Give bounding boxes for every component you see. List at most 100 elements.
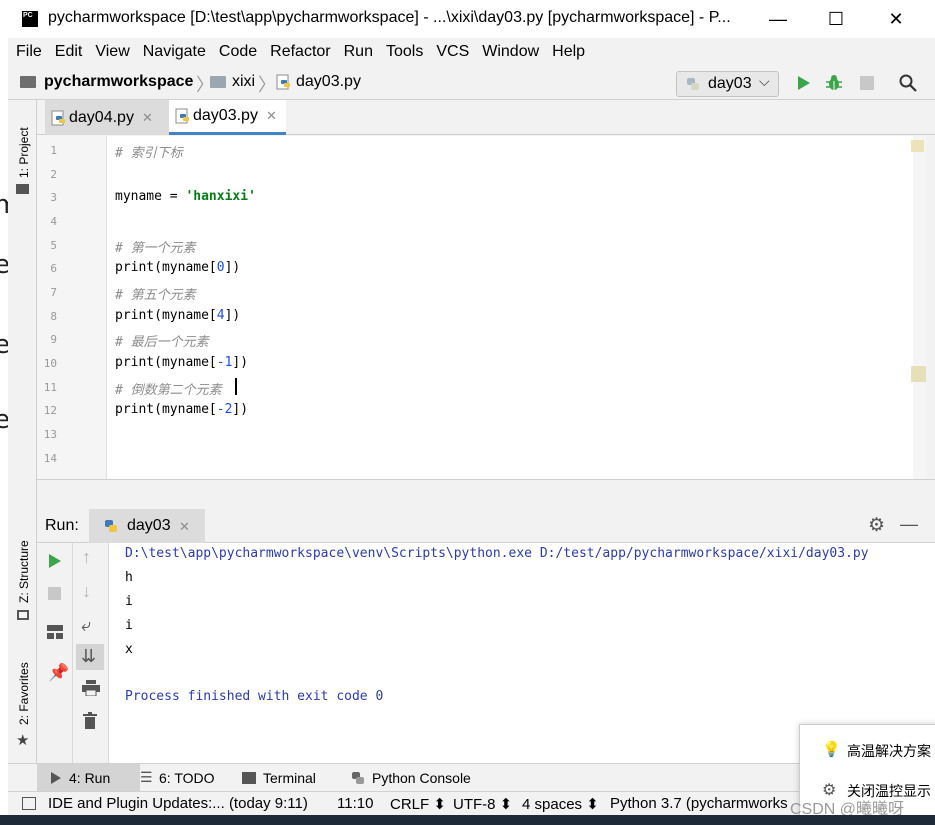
hide-panel-icon[interactable]: —: [900, 514, 918, 535]
debug-icon[interactable]: [825, 74, 843, 92]
minimize-button[interactable]: —: [755, 0, 801, 38]
line-separator-status[interactable]: CRLF ⬍: [390, 795, 446, 813]
close-button[interactable]: ✕: [873, 0, 919, 38]
interpreter-status[interactable]: Python 3.7 (pycharmworks: [610, 795, 788, 812]
scroll-to-end-button[interactable]: ⇊: [76, 644, 104, 670]
console-exit-message: Process finished with exit code 0: [125, 689, 384, 704]
code-variable: myname =: [115, 189, 186, 204]
caret-position-status[interactable]: 11:10: [337, 795, 373, 812]
arrow-up-icon[interactable]: ↑: [82, 547, 91, 568]
tab-label: day04.py: [69, 108, 134, 126]
code-bracket: ]): [232, 402, 249, 417]
pin-icon[interactable]: 📌: [48, 663, 69, 683]
menu-tools[interactable]: Tools: [386, 43, 423, 61]
code-number: -2: [216, 402, 233, 417]
line-number: 10: [43, 357, 57, 370]
project-folder-icon: [16, 184, 29, 194]
code-comment: # 最后一个元素: [115, 335, 209, 350]
run-tab-day03[interactable]: day03 ✕: [89, 509, 205, 543]
code-call: print(myname[: [115, 402, 217, 417]
structure-icon: [17, 610, 29, 620]
menu-bar: File Edit View Navigate Code Refactor Ru…: [8, 38, 935, 66]
rerun-icon[interactable]: [48, 553, 62, 569]
editor-bottom-area: [37, 479, 935, 509]
inspection-marker[interactable]: [911, 140, 924, 152]
layout-icon[interactable]: [47, 625, 63, 639]
stop-icon[interactable]: [860, 76, 874, 90]
code-bracket: ]): [232, 355, 249, 370]
line-number: 1: [50, 144, 57, 157]
trash-icon[interactable]: [83, 712, 97, 729]
tool-window-bar: 4: Run ☰ 6: TODO Terminal Python Console: [8, 763, 935, 792]
code-comment: # 倒数第二个元素: [115, 383, 222, 398]
scroll-thumb[interactable]: [911, 366, 926, 382]
stop-icon[interactable]: [48, 587, 61, 600]
arrow-down-icon[interactable]: ↓: [82, 581, 91, 602]
python-console-tool-button[interactable]: Python Console: [372, 770, 471, 786]
window-title: pycharmworkspace [D:\test\app\pycharmwor…: [48, 9, 731, 26]
menu-file[interactable]: File: [16, 43, 42, 61]
close-tab-icon[interactable]: ✕: [142, 110, 153, 126]
code-call: print(myname[: [115, 260, 217, 275]
console-output-line: i: [125, 594, 133, 609]
close-tab-icon[interactable]: ✕: [179, 519, 190, 535]
menu-run[interactable]: Run: [344, 43, 373, 61]
run-tab-label: day03: [127, 517, 171, 534]
breadcrumb-folder[interactable]: xixi: [232, 73, 255, 91]
run-panel-header: Run: day03 ✕ ⚙ —: [37, 509, 935, 543]
menu-view[interactable]: View: [95, 43, 129, 61]
menu-window[interactable]: Window: [482, 43, 539, 61]
menu-help[interactable]: Help: [552, 43, 585, 61]
menu-edit[interactable]: Edit: [55, 43, 83, 61]
run-tool-label: 4: Run: [69, 770, 111, 786]
code-line: print(myname[0]): [115, 260, 240, 275]
line-number: 9: [50, 333, 57, 346]
run-tool-tab[interactable]: 4: Run: [37, 764, 140, 792]
console-output-line: x: [125, 642, 133, 657]
code-line: print(myname[-2]): [115, 402, 248, 417]
print-icon[interactable]: [82, 680, 100, 696]
encoding-status[interactable]: UTF-8 ⬍: [453, 795, 512, 813]
run-configuration-dropdown[interactable]: day03 ⌵: [676, 71, 779, 97]
code-editor[interactable]: # 索引下标 myname = 'hanxixi' # 第一个元素 print(…: [107, 136, 920, 479]
popup-item-cooling[interactable]: 高温解决方案: [847, 741, 931, 761]
gear-icon[interactable]: ⚙: [868, 514, 885, 537]
toggle-tool-windows-icon[interactable]: [22, 797, 36, 810]
favorites-tool-button[interactable]: 2: Favorites: [17, 662, 31, 725]
os-taskbar: [0, 815, 935, 825]
tab-day03[interactable]: day03.py ✕: [169, 100, 286, 135]
code-call: print(myname[: [115, 308, 217, 323]
python-icon: [105, 520, 117, 532]
structure-tool-button[interactable]: Z: Structure: [17, 540, 31, 603]
code-bracket: ]): [224, 260, 241, 275]
indent-status[interactable]: 4 spaces ⬍: [522, 795, 599, 813]
background-glyph: m: [0, 190, 8, 220]
scroll-to-end-icon: ⇊: [81, 646, 97, 666]
menu-code[interactable]: Code: [219, 43, 257, 61]
breadcrumb-project[interactable]: pycharmworkspace: [44, 73, 193, 91]
editor-scrollbar[interactable]: [911, 136, 926, 479]
python-file-icon: [276, 74, 290, 90]
code-number: 0: [216, 260, 225, 275]
soft-wrap-icon[interactable]: ⤶: [81, 615, 91, 636]
editor-tab-bar: day04.py ✕ day03.py ✕: [37, 100, 935, 135]
folder-icon: [210, 76, 226, 88]
line-number: 5: [50, 239, 57, 252]
plugin-updates-status[interactable]: IDE and Plugin Updates:... (today 9:11): [48, 795, 308, 812]
run-icon[interactable]: [795, 75, 811, 91]
terminal-tool-button[interactable]: Terminal: [263, 770, 316, 786]
menu-vcs[interactable]: VCS: [436, 43, 469, 61]
menu-refactor[interactable]: Refactor: [270, 43, 330, 61]
line-number: 14: [43, 452, 57, 465]
todo-tool-button[interactable]: 6: TODO: [159, 770, 215, 786]
python-file-icon: [175, 108, 189, 124]
breadcrumb-file[interactable]: day03.py: [296, 73, 361, 91]
tab-day04[interactable]: day04.py ✕: [45, 100, 169, 135]
maximize-button[interactable]: ☐: [813, 0, 859, 38]
search-icon[interactable]: [899, 74, 917, 92]
run-configuration-label: day03: [708, 75, 752, 92]
title-bar: PC pycharmworkspace [D:\test\app\pycharm…: [8, 0, 935, 38]
menu-navigate[interactable]: Navigate: [143, 43, 206, 61]
close-tab-icon[interactable]: ✕: [266, 108, 277, 124]
project-tool-button[interactable]: 1: Project: [17, 127, 31, 178]
